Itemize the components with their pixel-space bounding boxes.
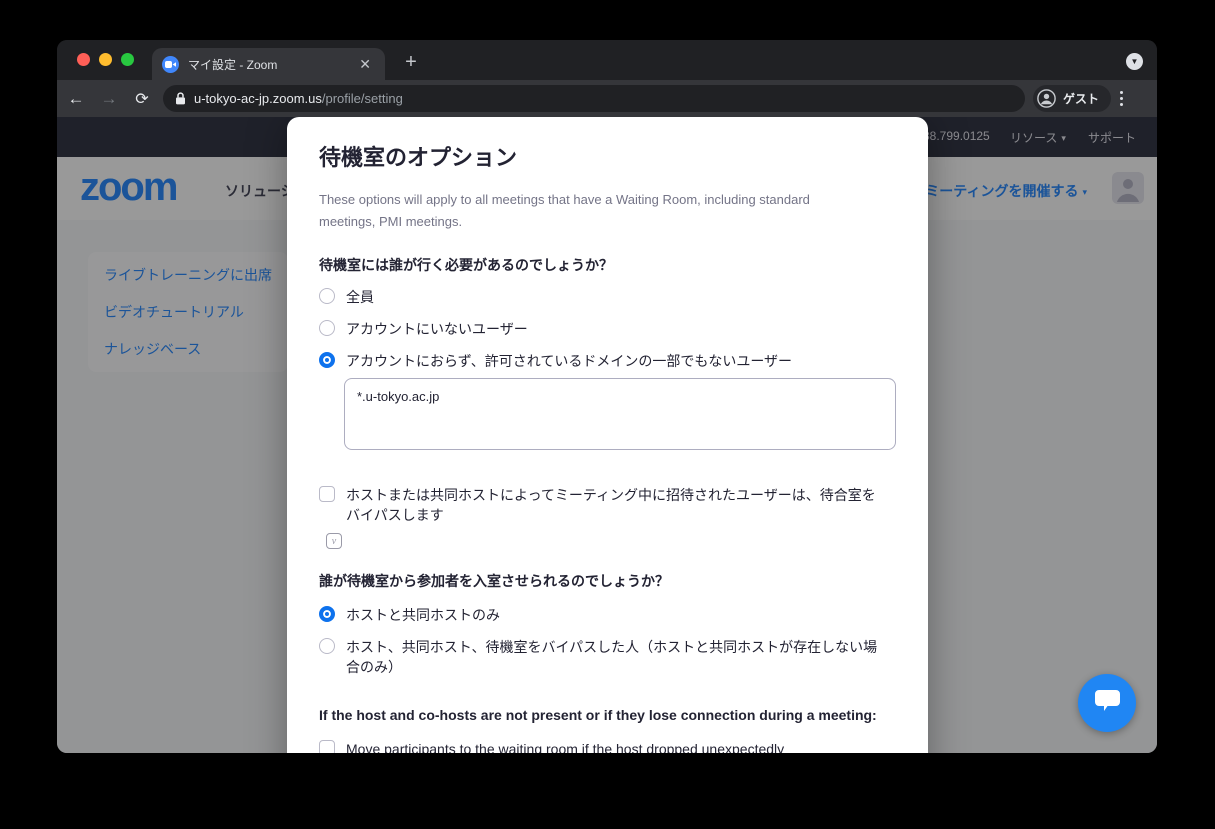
- close-window-button[interactable]: [77, 53, 90, 66]
- radio-icon[interactable]: [319, 288, 335, 304]
- radio-icon[interactable]: [319, 638, 335, 654]
- dialog-description: These options will apply to all meetings…: [319, 189, 859, 233]
- checkbox-icon[interactable]: [319, 740, 335, 753]
- radio-icon[interactable]: [319, 352, 335, 368]
- guest-avatar-icon: [1037, 89, 1056, 108]
- dialog-title: 待機室のオプション: [319, 143, 896, 173]
- radio-option-users-not-in-account-or-domain[interactable]: アカウントにおらず、許可されているドメインの一部でもないユーザー: [319, 351, 896, 371]
- checkbox-icon[interactable]: [319, 486, 335, 502]
- allowed-domains-input[interactable]: *.u-tokyo.ac.jp: [344, 378, 896, 450]
- checkbox-bypass-invited-users[interactable]: ホストまたは共同ホストによってミーティング中に招待されたユーザーは、待合室をバイ…: [319, 485, 896, 525]
- guest-label: ゲスト: [1063, 90, 1099, 107]
- browser-tab[interactable]: マイ設定 - Zoom ✕: [152, 48, 385, 80]
- radio-option-host-cohosts-bypass[interactable]: ホスト、共同ホスト、待機室をバイパスした人（ホストと共同ホストが存在しない場合の…: [319, 637, 896, 677]
- browser-window: マイ設定 - Zoom ✕ + ▼ ← → ⟳ u-tokyo-ac-jp.zo…: [57, 40, 1157, 753]
- fullscreen-window-button[interactable]: [121, 53, 134, 66]
- broken-image-icon: v: [326, 533, 342, 549]
- url-path: /profile/setting: [322, 91, 403, 106]
- live-chat-button[interactable]: [1078, 674, 1136, 732]
- tab-strip: マイ設定 - Zoom ✕ + ▼: [57, 40, 1157, 80]
- tab-title: マイ設定 - Zoom: [188, 56, 355, 73]
- radio-option-everyone[interactable]: 全員: [319, 287, 896, 307]
- tab-search-button[interactable]: ▼: [1126, 53, 1143, 70]
- page-viewport: 88.799.0125 リソース▾ サポート zoom ソリューショ ミーティン…: [57, 117, 1157, 753]
- browser-toolbar: ← → ⟳ u-tokyo-ac-jp.zoom.us/profile/sett…: [57, 80, 1157, 117]
- url-text: u-tokyo-ac-jp.zoom.us/profile/setting: [194, 91, 403, 106]
- question-host-not-present: If the host and co-hosts are not present…: [319, 705, 896, 725]
- checkbox-move-participants[interactable]: Move participants to the waiting room if…: [319, 739, 896, 753]
- question-who-goes-to-waiting-room: 待機室には誰が行く必要があるのでしょうか？: [319, 255, 896, 275]
- back-button[interactable]: ←: [62, 85, 90, 113]
- browser-menu-button[interactable]: [1120, 91, 1123, 106]
- zoom-favicon-icon: [162, 56, 179, 73]
- address-bar[interactable]: u-tokyo-ac-jp.zoom.us/profile/setting: [163, 85, 1025, 112]
- question-who-can-admit: 誰が待機室から参加者を入室させられるのでしょうか？: [319, 571, 896, 591]
- radio-icon[interactable]: [319, 320, 335, 336]
- lock-icon[interactable]: [175, 92, 186, 105]
- waiting-room-options-dialog: 待機室のオプション These options will apply to al…: [287, 117, 928, 753]
- chevron-down-icon: ▼: [1131, 57, 1139, 66]
- radio-icon[interactable]: [319, 606, 335, 622]
- minimize-window-button[interactable]: [99, 53, 112, 66]
- reload-button[interactable]: ⟳: [128, 85, 156, 113]
- new-tab-button[interactable]: +: [397, 49, 425, 77]
- radio-option-host-cohosts-only[interactable]: ホストと共同ホストのみ: [319, 605, 896, 625]
- guest-profile-button[interactable]: ゲスト: [1033, 85, 1111, 112]
- radio-option-users-not-in-account[interactable]: アカウントにいないユーザー: [319, 319, 896, 339]
- chat-bubble-icon: [1094, 688, 1121, 718]
- url-host: u-tokyo-ac-jp.zoom.us: [194, 91, 322, 106]
- forward-button: →: [95, 85, 123, 113]
- close-tab-icon[interactable]: ✕: [355, 55, 375, 73]
